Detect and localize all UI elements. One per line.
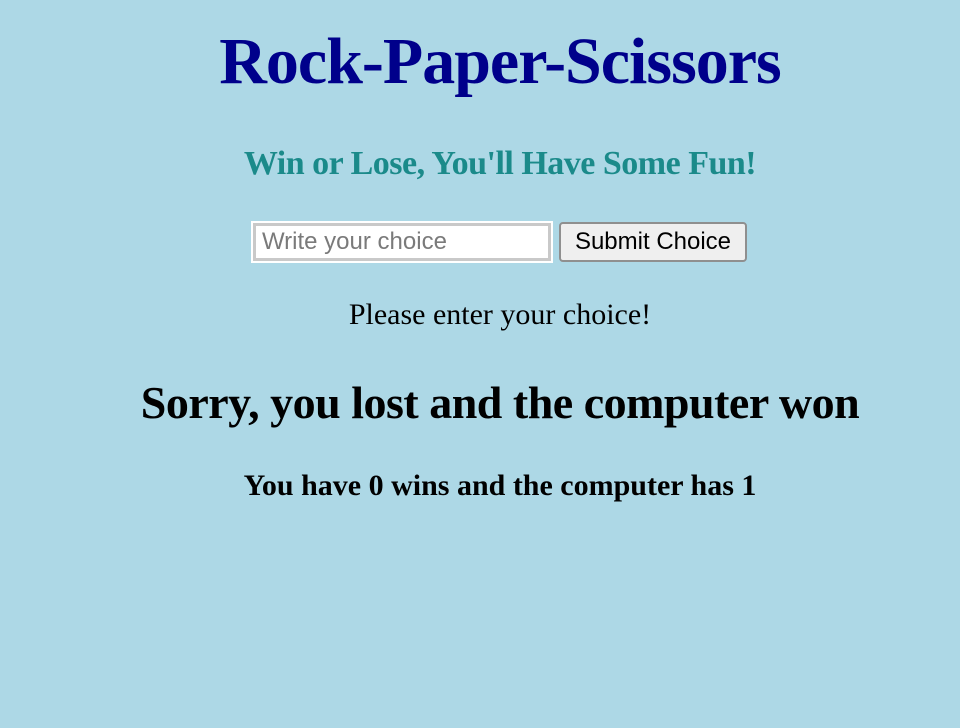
- choice-input[interactable]: [250, 221, 553, 263]
- score-text: You have 0 wins and the computer has 1: [243, 469, 757, 502]
- page-subtitle: Win or Lose, You'll Have Some Fun!: [243, 145, 757, 182]
- submit-choice-button[interactable]: Submit Choice: [558, 222, 748, 262]
- round-result: Sorry, you lost and the computer won: [140, 377, 860, 428]
- choice-form: Submit Choice: [0, 221, 960, 263]
- status-message: Please enter your choice!: [348, 298, 652, 331]
- page-title: Rock-Paper-Scissors: [219, 25, 781, 98]
- game-page: Rock-Paper-Scissors Win or Lose, You'll …: [0, 0, 960, 728]
